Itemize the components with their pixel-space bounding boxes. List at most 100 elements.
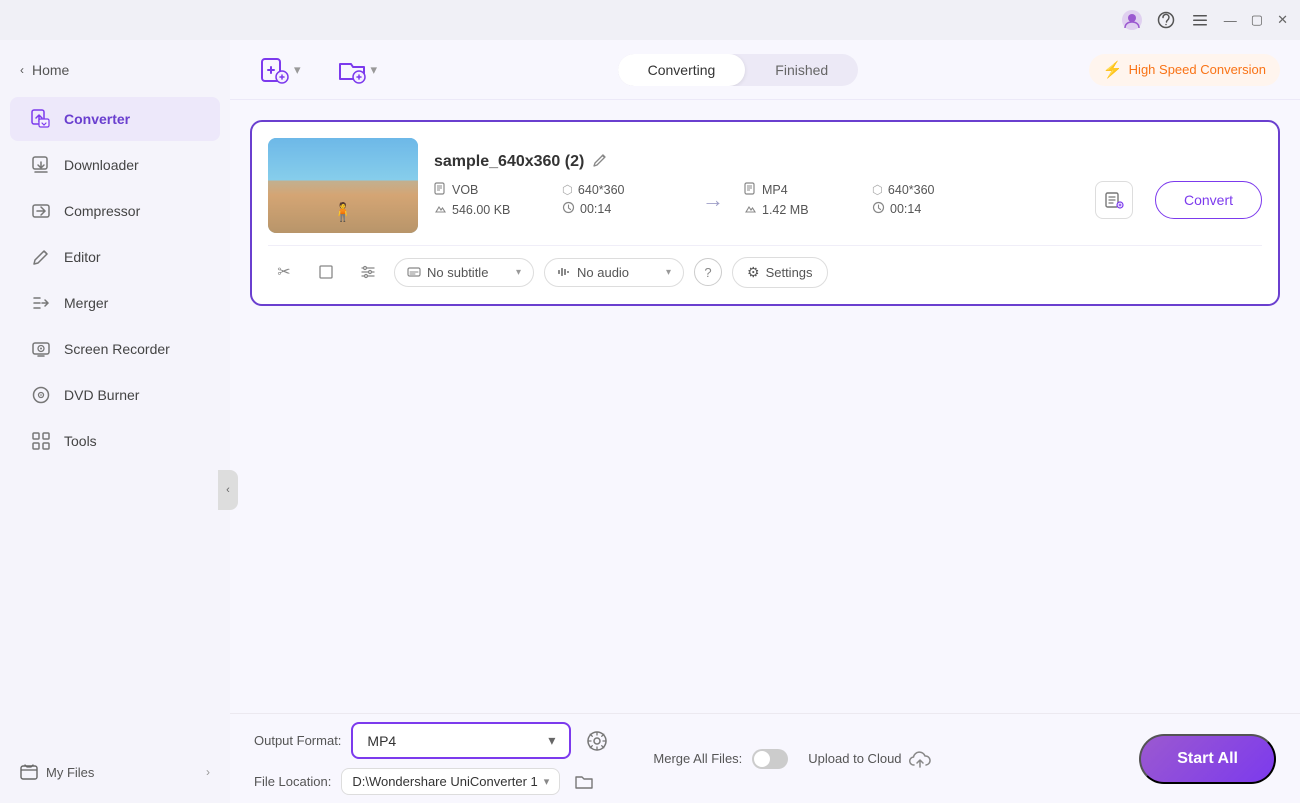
home-nav-item[interactable]: ‹ Home [0,52,230,88]
sidebar-item-merger[interactable]: Merger [10,281,220,325]
file-card-top: 🧍 sample_640x360 (2) [268,138,1262,233]
file-name-row: sample_640x360 (2) [434,153,1262,171]
main-content: ▾ ▾ Converting Finished ⚡ [230,40,1300,803]
close-button[interactable]: ✕ [1277,12,1288,28]
support-icon[interactable] [1156,10,1176,30]
add-file-button[interactable]: ▾ [250,49,311,91]
converter-icon [30,108,52,130]
file-name-text: sample_640x360 (2) [434,153,584,171]
sidebar-item-tools[interactable]: Tools [10,419,220,463]
converter-label: Converter [64,111,130,127]
sidebar: ‹ Home Converter Do [0,40,230,803]
subtitle-label: No subtitle [427,265,488,280]
sidebar-item-dvd-burner[interactable]: DVD Burner [10,373,220,417]
my-files-nav-item[interactable]: My Files › [0,743,230,791]
user-avatar-icon[interactable] [1122,10,1142,30]
audio-label: No audio [577,265,629,280]
target-duration-item: 00:14 [872,201,992,217]
title-bar: — ▢ ✕ [0,0,1300,40]
file-info: sample_640x360 (2) [434,153,1262,219]
file-location-select[interactable]: D:\Wondershare UniConverter 1 ▾ [341,768,560,795]
output-format-group: Output Format: MP4 ▾ [254,722,613,795]
downloader-icon [30,154,52,176]
upload-cloud-group[interactable]: Upload to Cloud [808,747,931,771]
location-select-arrow-icon: ▾ [544,775,550,788]
source-size-item: 546.00 KB [434,202,554,218]
home-label: Home [32,62,69,78]
output-format-label: Output Format: [254,733,341,748]
target-duration-text: 00:14 [890,202,921,216]
settings-dropdown[interactable]: ⚙ Settings [732,257,828,288]
file-meta: VOB 546.00 KB [434,181,1262,219]
add-folder-dropdown-icon: ▾ [371,62,378,78]
tools-icon [30,430,52,452]
target-format-item: MP4 [744,182,864,198]
target-size-text: 1.42 MB [762,203,809,217]
subtitle-dropdown[interactable]: No subtitle ▾ [394,258,534,287]
file-settings-icon-button[interactable] [1095,181,1133,219]
info-button[interactable]: ? [694,258,722,286]
content-area: 🧍 sample_640x360 (2) [230,100,1300,713]
source-detail-group: ⬡ 640*360 00:14 [562,182,682,217]
crop-icon[interactable] [310,256,342,288]
tab-converting[interactable]: Converting [618,54,746,86]
cut-icon[interactable]: ✂ [268,256,300,288]
app-body: ‹ Home Converter Do [0,40,1300,803]
target-size-icon [744,202,757,218]
source-resolution-icon: ⬡ [562,182,573,197]
browse-folder-button[interactable] [570,767,598,795]
file-card: 🧍 sample_640x360 (2) [250,120,1280,306]
source-meta-group: VOB 546.00 KB [434,182,554,218]
screen-recorder-icon [30,338,52,360]
lightning-icon: ⚡ [1103,60,1123,80]
sidebar-item-converter[interactable]: Converter [10,97,220,141]
source-duration-item: 00:14 [562,201,682,217]
source-format-icon [434,182,447,198]
format-settings-icon[interactable] [581,725,613,757]
settings-gear-icon: ⚙ [747,264,760,281]
add-folder-button[interactable]: ▾ [327,49,388,91]
merge-toggle-knob [754,751,770,767]
target-resolution-item: ⬡ 640*360 [872,182,992,197]
menu-icon[interactable] [1190,10,1210,30]
my-files-label: My Files [46,765,94,780]
high-speed-button[interactable]: ⚡ High Speed Conversion [1089,54,1280,86]
target-size-item: 1.42 MB [744,202,864,218]
sidebar-item-editor[interactable]: Editor [10,235,220,279]
convert-button[interactable]: Convert [1155,181,1262,219]
merge-toggle[interactable] [752,749,788,769]
bottom-bar: Output Format: MP4 ▾ [230,713,1300,803]
format-value: MP4 [367,733,396,749]
format-select-arrow-icon: ▾ [548,732,555,749]
sidebar-item-downloader[interactable]: Downloader [10,143,220,187]
add-file-dropdown-icon: ▾ [294,62,301,78]
sidebar-collapse-button[interactable]: ‹ [218,470,238,510]
dvd-burner-icon [30,384,52,406]
target-clock-icon [872,201,885,217]
convert-arrow-icon: → [702,187,724,213]
source-clock-icon [562,201,575,217]
settings-label: Settings [766,265,813,280]
minimize-button[interactable]: — [1224,13,1237,28]
target-resolution-icon: ⬡ [872,182,883,197]
subtitle-dropdown-arrow-icon: ▾ [516,267,521,278]
toolbar: ▾ ▾ Converting Finished ⚡ [230,40,1300,100]
upload-cloud-label: Upload to Cloud [808,751,901,766]
start-all-button[interactable]: Start All [1139,734,1276,784]
tab-finished[interactable]: Finished [745,54,858,86]
maximize-button[interactable]: ▢ [1251,12,1263,28]
source-resolution-item: ⬡ 640*360 [562,182,682,197]
audio-dropdown[interactable]: No audio ▾ [544,258,684,287]
audio-dropdown-arrow-icon: ▾ [666,267,671,278]
sidebar-item-compressor[interactable]: Compressor [10,189,220,233]
my-files-arrow-icon: › [206,765,210,779]
effects-icon[interactable] [352,256,384,288]
output-format-select[interactable]: MP4 ▾ [351,722,571,759]
location-value: D:\Wondershare UniConverter 1 [352,774,537,789]
merger-label: Merger [64,295,108,311]
chevron-left-icon: ‹ [20,63,24,77]
merge-label: Merge All Files: [653,751,742,766]
edit-filename-icon[interactable] [592,153,607,171]
title-bar-icons: — ▢ ✕ [1122,10,1288,30]
sidebar-item-screen-recorder[interactable]: Screen Recorder [10,327,220,371]
